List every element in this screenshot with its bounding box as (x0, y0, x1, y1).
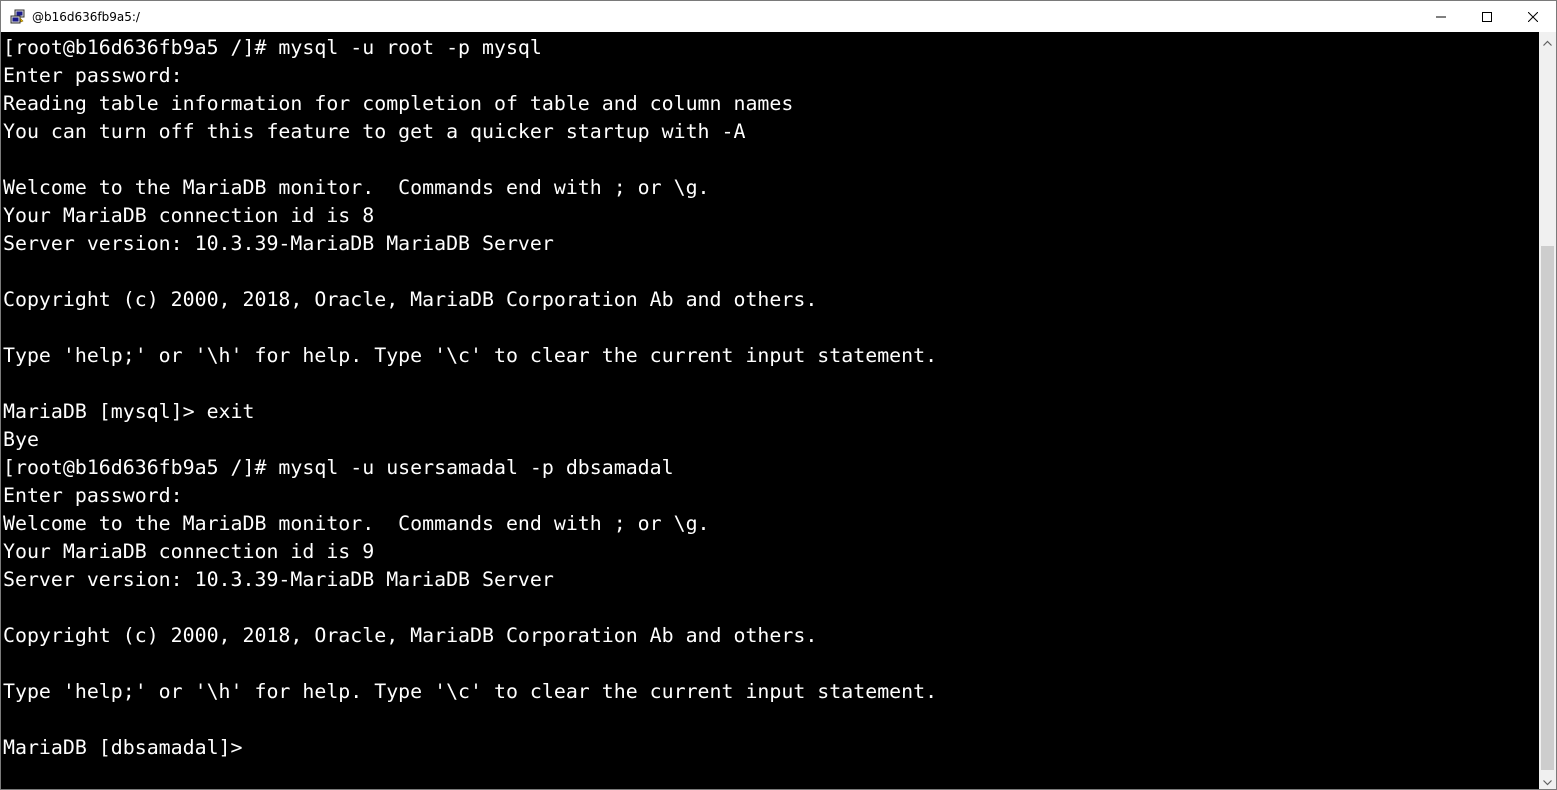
window-controls (1418, 1, 1556, 32)
terminal-line: Welcome to the MariaDB monitor. Commands… (3, 512, 710, 535)
terminal-line: Bye (3, 428, 39, 451)
terminal-line: Copyright (c) 2000, 2018, Oracle, MariaD… (3, 624, 818, 647)
terminal-prompt: MariaDB [dbsamadal]> (3, 736, 243, 759)
close-button[interactable] (1510, 1, 1556, 32)
terminal-line: Server version: 10.3.39-MariaDB MariaDB … (3, 232, 554, 255)
terminal-line: Type 'help;' or '\h' for help. Type '\c'… (3, 680, 938, 703)
terminal-line: Welcome to the MariaDB monitor. Commands… (3, 176, 710, 199)
terminal-line: [root@b16d636fb9a5 /]# mysql -u usersama… (3, 456, 674, 479)
terminal-line: Enter password: (3, 484, 183, 507)
terminal-line: [root@b16d636fb9a5 /]# mysql -u root -p … (3, 36, 542, 59)
terminal-line: Copyright (c) 2000, 2018, Oracle, MariaD… (3, 288, 818, 311)
terminal-line: Server version: 10.3.39-MariaDB MariaDB … (3, 568, 554, 591)
minimize-icon (1436, 7, 1446, 26)
putty-icon[interactable] (10, 9, 26, 25)
title-bar[interactable]: @b16d636fb9a5:/ (1, 1, 1556, 32)
scroll-down-button[interactable] (1539, 772, 1556, 789)
vertical-scrollbar[interactable] (1539, 32, 1556, 789)
terminal-line: Type 'help;' or '\h' for help. Type '\c'… (3, 344, 938, 367)
minimize-button[interactable] (1418, 1, 1464, 32)
terminal-line: MariaDB [mysql]> exit (3, 400, 255, 423)
terminal-output[interactable]: [root@b16d636fb9a5 /]# mysql -u root -p … (1, 32, 1540, 789)
scroll-up-button[interactable] (1539, 32, 1556, 49)
maximize-icon (1482, 7, 1492, 26)
maximize-button[interactable] (1464, 1, 1510, 32)
terminal-line: You can turn off this feature to get a q… (3, 120, 746, 143)
terminal-line: Reading table information for completion… (3, 92, 794, 115)
chevron-down-icon (1543, 771, 1552, 790)
close-icon (1527, 7, 1539, 26)
window-title: @b16d636fb9a5:/ (32, 9, 140, 24)
chevron-up-icon (1543, 31, 1552, 50)
terminal-line: Your MariaDB connection id is 9 (3, 540, 375, 563)
scrollbar-thumb[interactable] (1541, 246, 1554, 770)
terminal-line: Your MariaDB connection id is 8 (3, 204, 375, 227)
terminal-window: @b16d636fb9a5:/ [root@b16d636fb9a5 /]# m… (0, 0, 1557, 790)
terminal-line: Enter password: (3, 64, 183, 87)
